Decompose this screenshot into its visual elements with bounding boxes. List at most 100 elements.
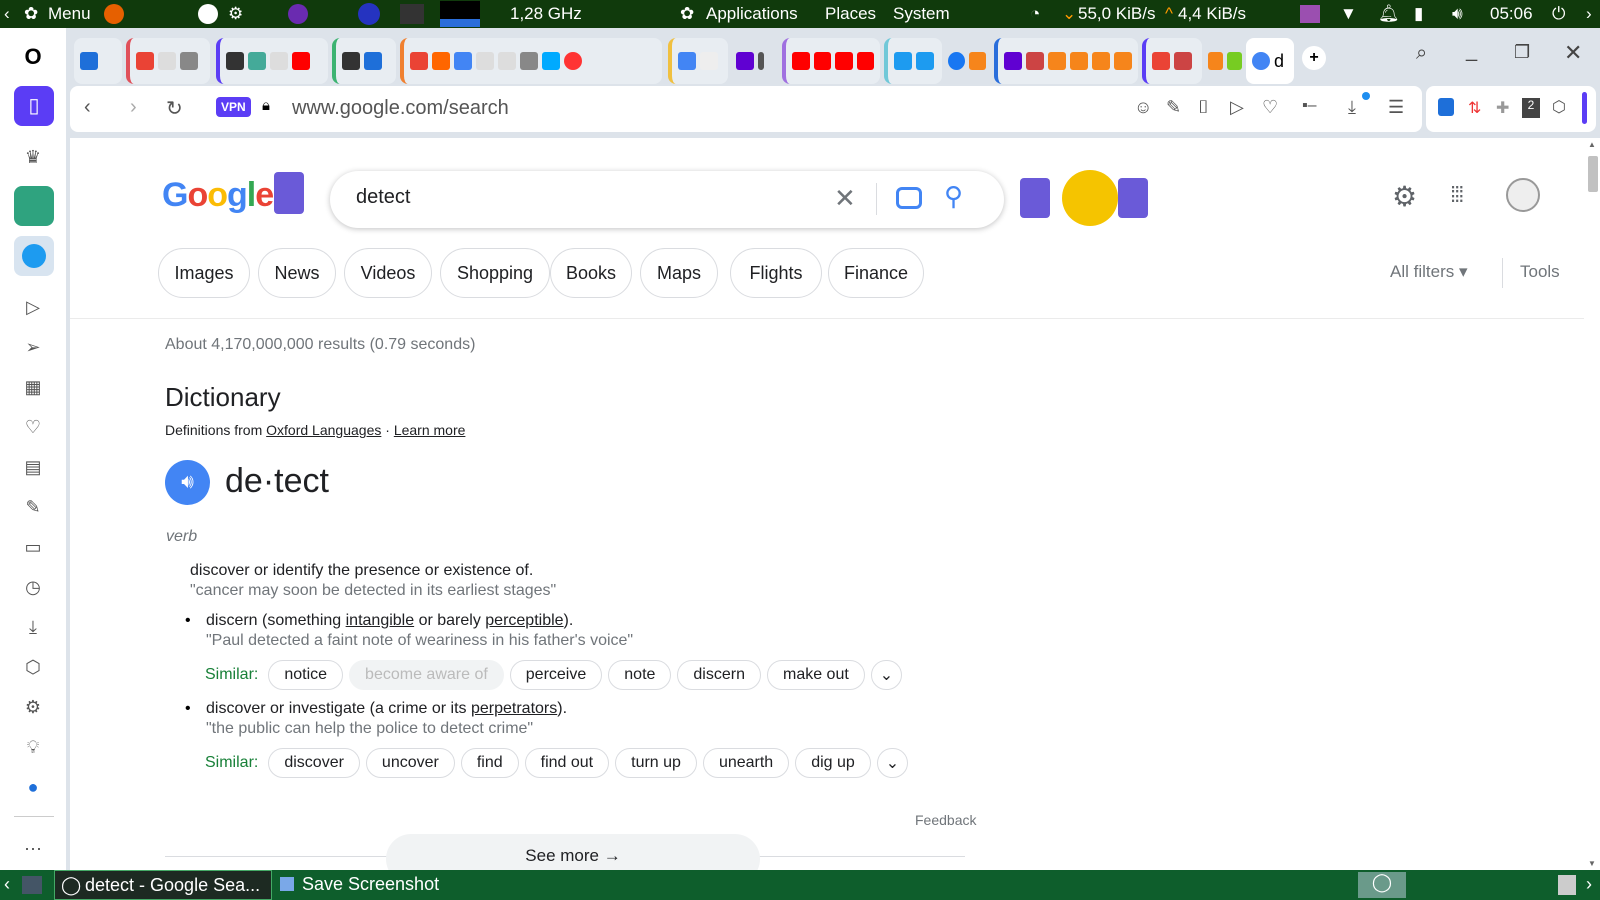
taskbar-right-arrow[interactable]: ›: [1586, 874, 1592, 895]
sidebar-toggle[interactable]: [1582, 92, 1587, 124]
wifi-icon[interactable]: ▼: [1340, 4, 1357, 24]
extensions-cube-icon[interactable]: ⬡: [1552, 97, 1566, 117]
account-avatar[interactable]: [1506, 178, 1540, 212]
tab-group-mail[interactable]: [994, 38, 1138, 84]
places-menu[interactable]: Places: [825, 4, 876, 24]
extensions-icon[interactable]: ⬡: [20, 654, 46, 680]
send-icon[interactable]: ➢: [20, 334, 46, 360]
applications-menu[interactable]: Applications: [706, 4, 798, 24]
forward-button[interactable]: ›: [130, 96, 137, 119]
search-icon[interactable]: ⚲: [944, 181, 963, 212]
new-tab-button[interactable]: +: [1302, 46, 1326, 70]
tor-icon[interactable]: [288, 4, 308, 24]
battery-icon[interactable]: ▮: [1414, 4, 1423, 24]
clear-icon[interactable]: ✕: [834, 183, 856, 214]
opera-icon[interactable]: [358, 3, 380, 25]
news-icon[interactable]: ▤: [20, 454, 46, 480]
show-desktop-icon[interactable]: [22, 876, 42, 894]
tab-metamask[interactable]: [1202, 38, 1248, 84]
menu-button[interactable]: Menu: [48, 4, 91, 24]
similar-word-chip[interactable]: find: [460, 748, 519, 778]
restore-button[interactable]: ❐: [1514, 42, 1530, 63]
search-input[interactable]: detect: [356, 186, 410, 209]
trash-icon[interactable]: [1558, 875, 1576, 895]
similar-word-chip[interactable]: make out: [766, 660, 865, 690]
taskbar-left-arrow[interactable]: ‹: [4, 874, 10, 895]
tab-group-6[interactable]: [668, 38, 728, 84]
back-button[interactable]: ‹: [84, 96, 91, 119]
doodle-sun-image[interactable]: [1020, 166, 1148, 230]
easy-setup-icon[interactable]: ☰: [1388, 97, 1404, 118]
tab-group-active[interactable]: [1142, 38, 1202, 84]
apps-grid-icon[interactable]: ▦: [20, 374, 46, 400]
tab-group-3[interactable]: [216, 38, 328, 84]
tabs-icon[interactable]: ▭: [20, 534, 46, 560]
vpn-badge[interactable]: VPN: [216, 97, 251, 117]
google-doodle-logo[interactable]: Google: [162, 176, 274, 220]
perceptible-link[interactable]: perceptible: [485, 612, 563, 629]
downloads-icon[interactable]: ⤓: [20, 614, 46, 640]
chip-books[interactable]: Books: [550, 248, 632, 298]
snapshot-edit-icon[interactable]: ✎: [1166, 97, 1181, 118]
lightbulb-icon[interactable]: 💡︎: [20, 734, 46, 760]
heart-icon[interactable]: ♡: [20, 414, 46, 440]
tab-yahoo[interactable]: [730, 38, 780, 84]
tab-group-twitter[interactable]: [884, 38, 942, 84]
extension-counter-icon[interactable]: 2: [1522, 98, 1540, 118]
chip-flights[interactable]: Flights: [730, 248, 822, 298]
expand-chevron-icon[interactable]: ⌄: [870, 660, 903, 690]
chatgpt-icon[interactable]: [14, 186, 54, 226]
tools-button[interactable]: Tools: [1520, 262, 1560, 282]
url-field[interactable]: www.google.com/search: [292, 97, 509, 120]
twitter-icon[interactable]: [22, 244, 46, 268]
firefox-icon[interactable]: [104, 4, 124, 24]
similar-word-chip[interactable]: find out: [524, 748, 610, 778]
send-icon[interactable]: ▷: [1230, 97, 1244, 118]
clock[interactable]: 05:06: [1490, 4, 1533, 24]
heart-icon[interactable]: ♡: [1262, 97, 1278, 118]
audio-app-icon[interactable]: [1300, 5, 1320, 23]
tab-group-1[interactable]: [74, 38, 122, 84]
task-save-screenshot[interactable]: Save Screenshot: [276, 870, 476, 900]
power-icon[interactable]: ⏻: [1552, 4, 1565, 24]
chip-news[interactable]: News: [258, 248, 336, 298]
search-box[interactable]: detect ✕ ⚲: [330, 171, 1004, 228]
similar-word-chip[interactable]: note: [608, 660, 672, 690]
pronounce-speaker-icon[interactable]: 🔊︎: [165, 460, 210, 505]
settings-icon[interactable]: ⚙: [20, 694, 46, 720]
oxford-languages-link[interactable]: Oxford Languages: [266, 422, 381, 438]
minimize-button[interactable]: _: [1466, 40, 1477, 63]
camera-icon[interactable]: ⌷: [1198, 97, 1209, 118]
camera-search-icon[interactable]: [896, 187, 922, 209]
search-tabs-icon[interactable]: ⌕: [1416, 42, 1427, 65]
task-browser[interactable]: ◯ detect - Google Sea...: [54, 870, 272, 900]
workspace-switcher[interactable]: ◯: [1358, 872, 1406, 898]
bell-icon[interactable]: 🔔︎: [1378, 4, 1400, 24]
emoji-icon[interactable]: ☺: [1134, 97, 1152, 118]
learn-more-link[interactable]: Learn more: [394, 422, 466, 438]
similar-word-chip[interactable]: uncover: [365, 748, 455, 778]
extension-puzzle-icon[interactable]: ✚: [1496, 98, 1509, 118]
crown-icon[interactable]: ♛: [20, 144, 46, 170]
tab-group-5[interactable]: [400, 38, 662, 84]
tab-group-2[interactable]: [126, 38, 210, 84]
terminal-icon[interactable]: [400, 4, 424, 24]
workspace-book-icon[interactable]: ▯: [14, 86, 54, 126]
similar-word-chip[interactable]: discover: [268, 748, 360, 778]
more-icon[interactable]: ⋯: [20, 836, 46, 862]
chip-shopping[interactable]: Shopping: [440, 248, 550, 298]
panel-left-arrow[interactable]: ‹: [4, 4, 10, 24]
similar-word-chip[interactable]: notice: [268, 660, 344, 690]
similar-word-chip[interactable]: become aware of: [349, 660, 504, 690]
accessibility-icon[interactable]: [198, 4, 218, 24]
player-icon[interactable]: ▷: [20, 294, 46, 320]
volume-icon[interactable]: 🔊︎: [1452, 4, 1463, 24]
pinboard-icon[interactable]: ✎: [20, 494, 46, 520]
see-more-button[interactable]: See more →: [386, 834, 760, 870]
tab-group-youtube[interactable]: [782, 38, 880, 84]
settings-gear-icon[interactable]: ⚙: [1392, 180, 1417, 213]
all-filters-button[interactable]: All filters ▾: [1390, 262, 1468, 282]
gear-icon[interactable]: ⚙: [228, 4, 243, 24]
extension-icon[interactable]: [1438, 98, 1454, 116]
tab-facebook[interactable]: [942, 38, 992, 84]
